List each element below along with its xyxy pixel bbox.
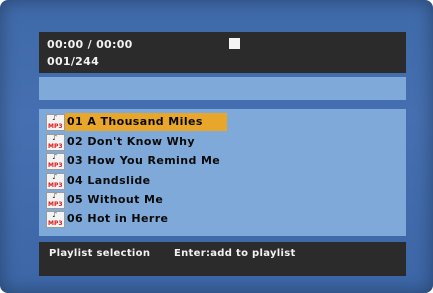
stop-icon	[229, 38, 240, 49]
help-text-mode: Playlist selection	[49, 248, 151, 259]
info-bar	[39, 77, 406, 100]
mp3-file-icon: ♪ MP3	[46, 210, 65, 228]
status-panel: 00:00 / 00:00 001/244	[39, 32, 406, 73]
help-text-enter: Enter:add to playlist	[174, 248, 296, 259]
mp3-file-icon: ♪ MP3	[46, 113, 65, 131]
playlist-item-4[interactable]: ♪ MP3 04 Landslide	[46, 172, 155, 190]
playlist-item-1[interactable]: ♪ MP3 01 A Thousand Miles	[46, 113, 227, 131]
playlist-item-label: 06 Hot in Herre	[67, 212, 169, 225]
playlist-item-6[interactable]: ♪ MP3 06 Hot in Herre	[46, 210, 172, 228]
playlist-item-2[interactable]: ♪ MP3 02 Don't Know Why	[46, 133, 199, 151]
mp3-file-icon: ♪ MP3	[46, 191, 65, 209]
mp3-file-icon: ♪ MP3	[46, 133, 65, 151]
playback-time: 00:00 / 00:00	[47, 38, 133, 51]
playlist-item-label: 02 Don't Know Why	[67, 135, 195, 148]
media-player-screen: 00:00 / 00:00 001/244 ♪ MP3 01 A Thousand…	[0, 0, 433, 293]
track-counter: 001/244	[47, 55, 100, 68]
playlist-item-5[interactable]: ♪ MP3 05 Without Me	[46, 191, 167, 209]
playlist-item-3[interactable]: ♪ MP3 03 How You Remind Me	[46, 152, 224, 170]
mp3-file-icon: ♪ MP3	[46, 152, 65, 170]
playlist-item-label: 01 A Thousand Miles	[65, 113, 227, 131]
playlist-item-label: 05 Without Me	[67, 193, 164, 206]
help-bar: Playlist selection Enter:add to playlist	[39, 242, 406, 276]
playlist-panel: ♪ MP3 01 A Thousand Miles ♪ MP3 02 Don't K…	[39, 109, 406, 236]
playlist-item-label: 04 Landslide	[67, 174, 151, 187]
mp3-file-icon: ♪ MP3	[46, 172, 65, 190]
playlist-item-label: 03 How You Remind Me	[67, 154, 221, 167]
